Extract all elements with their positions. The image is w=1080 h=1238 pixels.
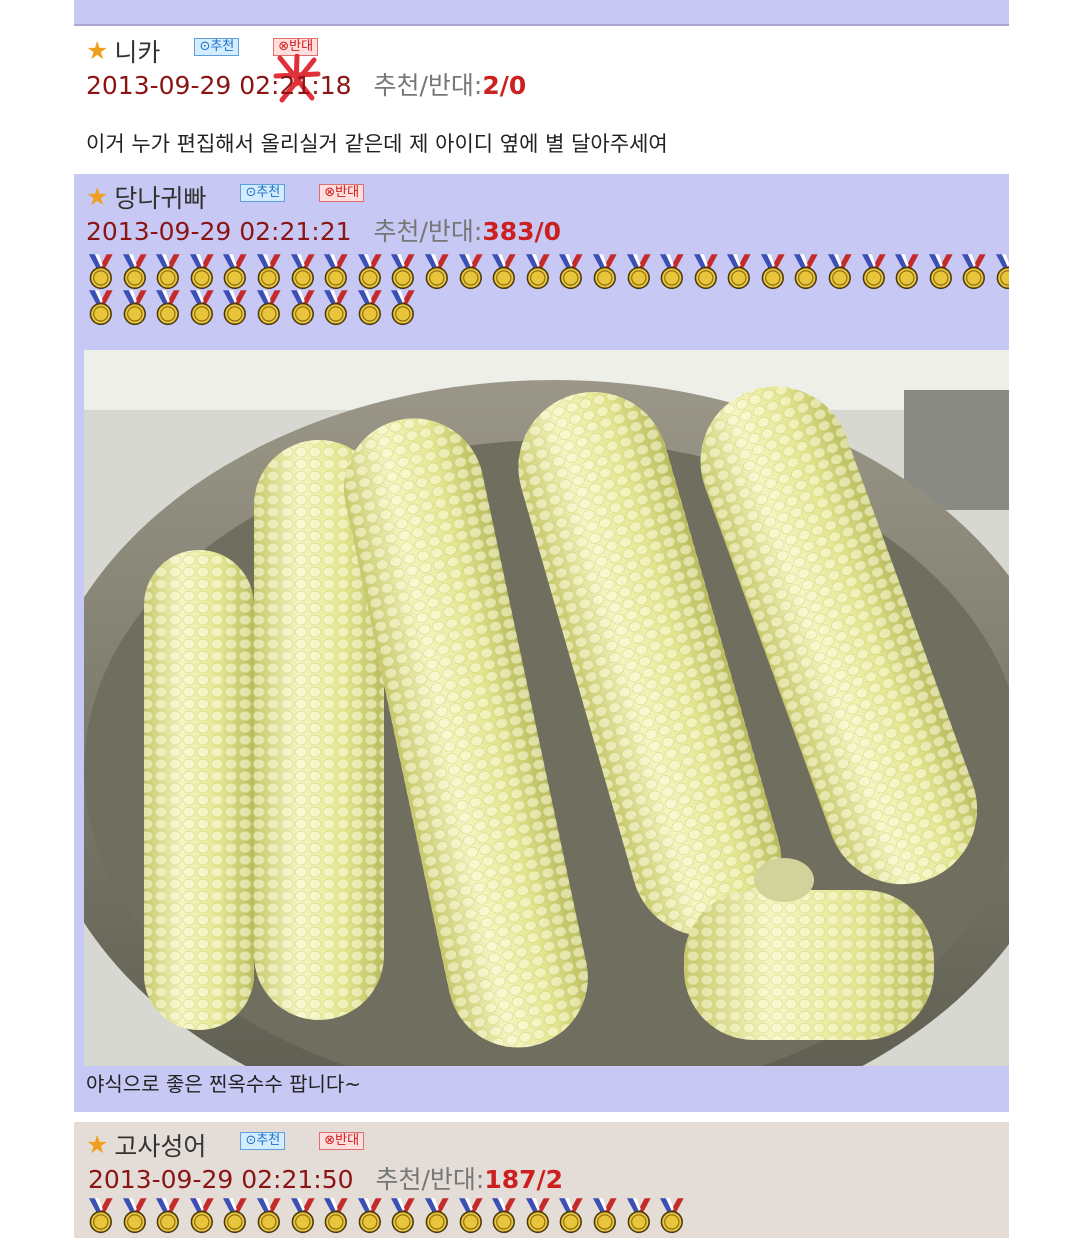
previous-comment-tail bbox=[74, 0, 1009, 26]
vote-label: 추천/반대: bbox=[373, 217, 483, 246]
medal-row bbox=[84, 252, 1009, 290]
upvote-button[interactable]: ⊙추천 bbox=[194, 38, 240, 56]
medal-icon bbox=[84, 1196, 118, 1234]
comment-header: ★ 당나귀빠 ⊙추천 ⊗반대 bbox=[86, 179, 365, 215]
medal-icon bbox=[353, 1196, 387, 1234]
medal-icon bbox=[521, 1196, 555, 1234]
medal-icon bbox=[420, 252, 454, 290]
medal-icon bbox=[789, 252, 823, 290]
medal-icon bbox=[554, 1196, 588, 1234]
comment-meta: 2013-09-29 02:21:18 추천/반대:2/0 bbox=[86, 66, 526, 102]
upvote-button[interactable]: ⊙추천 bbox=[240, 1132, 286, 1150]
medal-icon bbox=[386, 1196, 420, 1234]
comment-datetime: 2013-09-29 02:21:18 bbox=[86, 71, 352, 100]
vote-count: 187/2 bbox=[484, 1165, 564, 1194]
medal-icon bbox=[386, 252, 420, 290]
downvote-button[interactable]: ⊗반대 bbox=[319, 1132, 365, 1150]
medal-row bbox=[84, 1196, 1009, 1234]
medal-icon bbox=[655, 252, 689, 290]
medal-icon bbox=[722, 252, 756, 290]
comment-header: ★ 고사성어 ⊙추천 ⊗반대 bbox=[86, 1127, 365, 1163]
medal-icon bbox=[252, 252, 286, 290]
comment-3: ★ 고사성어 ⊙추천 ⊗반대 2013-09-29 02:21:50 추천/반대… bbox=[74, 1122, 1009, 1238]
nickname[interactable]: 니카 bbox=[114, 33, 160, 69]
vote-count: 383/0 bbox=[482, 217, 562, 246]
vote-label: 추천/반대: bbox=[373, 71, 483, 100]
medal-icon bbox=[286, 1196, 320, 1234]
comment-2: ★ 당나귀빠 ⊙추천 ⊗반대 2013-09-29 02:21:21 추천/반대… bbox=[74, 174, 1009, 1112]
vote-count: 2/0 bbox=[482, 71, 527, 100]
comment-datetime: 2013-09-29 02:21:50 bbox=[88, 1165, 354, 1194]
medal-icon bbox=[118, 252, 152, 290]
medal-row bbox=[84, 288, 1009, 326]
medal-icon bbox=[655, 1196, 689, 1234]
medal-icon bbox=[823, 252, 857, 290]
medal-icon bbox=[353, 252, 387, 290]
medal-icon bbox=[588, 1196, 622, 1234]
medal-icon bbox=[151, 288, 185, 326]
medal-icon bbox=[319, 1196, 353, 1234]
medal-icon bbox=[924, 252, 958, 290]
medal-icon bbox=[521, 252, 555, 290]
medal-icon bbox=[319, 288, 353, 326]
medal-icon bbox=[84, 252, 118, 290]
corn-image bbox=[84, 350, 1009, 1066]
comment-text: 이거 누가 편집해서 올리실거 같은데 제 아이디 옆에 별 달아주세여 bbox=[86, 132, 668, 156]
comment-meta: 2013-09-29 02:21:21 추천/반대:383/0 bbox=[86, 212, 561, 248]
nickname[interactable]: 고사성어 bbox=[114, 1127, 206, 1163]
medal-icon bbox=[487, 252, 521, 290]
downvote-button[interactable]: ⊗반대 bbox=[319, 184, 365, 202]
medal-icon bbox=[454, 1196, 488, 1234]
medal-icon bbox=[386, 288, 420, 326]
medal-icon bbox=[118, 1196, 152, 1234]
medal-icon bbox=[890, 252, 924, 290]
comment-1: ★ 니카 ⊙추천 ⊗반대 2013-09-29 02:21:18 추천/반대:2… bbox=[74, 28, 1009, 172]
comment-meta: 2013-09-29 02:21:50 추천/반대:187/2 bbox=[88, 1160, 563, 1196]
medal-icon bbox=[487, 1196, 521, 1234]
medal-icon bbox=[991, 252, 1009, 290]
medal-icon bbox=[353, 288, 387, 326]
medal-icon bbox=[689, 252, 723, 290]
nickname[interactable]: 당나귀빠 bbox=[114, 179, 206, 215]
medal-icon bbox=[252, 288, 286, 326]
medal-icon bbox=[252, 1196, 286, 1234]
medal-icon bbox=[756, 252, 790, 290]
medal-icon bbox=[84, 288, 118, 326]
medal-icon bbox=[622, 1196, 656, 1234]
medal-icon bbox=[151, 252, 185, 290]
upvote-button[interactable]: ⊙추천 bbox=[240, 184, 286, 202]
medal-icon bbox=[420, 1196, 454, 1234]
star-icon: ★ bbox=[86, 1130, 109, 1159]
vote-label: 추천/반대: bbox=[375, 1165, 485, 1194]
medal-icon bbox=[286, 252, 320, 290]
medal-icon bbox=[185, 252, 219, 290]
medal-icon bbox=[218, 252, 252, 290]
medal-icon bbox=[185, 1196, 219, 1234]
medal-icon bbox=[185, 288, 219, 326]
medal-icon bbox=[588, 252, 622, 290]
medal-icon bbox=[857, 252, 891, 290]
medal-icon bbox=[554, 252, 588, 290]
medal-icon bbox=[218, 288, 252, 326]
corn-photo[interactable] bbox=[84, 350, 1009, 1066]
medal-icon bbox=[218, 1196, 252, 1234]
medal-icon bbox=[151, 1196, 185, 1234]
medal-icon bbox=[286, 288, 320, 326]
medal-icon bbox=[622, 252, 656, 290]
medal-icon bbox=[319, 252, 353, 290]
star-icon: ★ bbox=[86, 36, 109, 65]
medal-icon bbox=[454, 252, 488, 290]
star-icon: ★ bbox=[86, 182, 109, 211]
medal-icon bbox=[957, 252, 991, 290]
comment-datetime: 2013-09-29 02:21:21 bbox=[86, 217, 352, 246]
comment-text: 야식으로 좋은 찐옥수수 팝니다~ bbox=[86, 1072, 362, 1096]
medal-icon bbox=[118, 288, 152, 326]
